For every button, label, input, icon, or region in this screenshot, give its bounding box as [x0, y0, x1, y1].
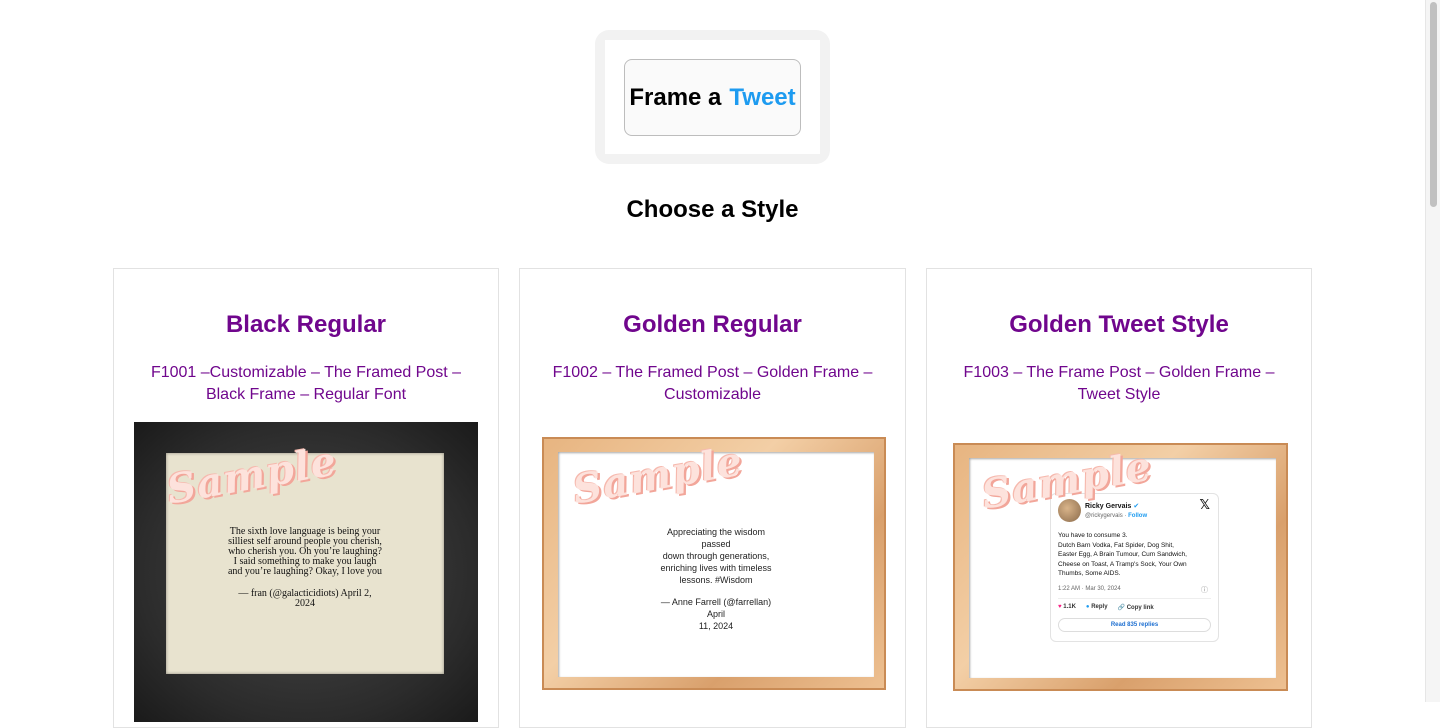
quote-attribution: 2024	[295, 598, 315, 609]
quote-line: lessons. #Wisdom	[679, 575, 753, 585]
quote-attribution: 11, 2024	[698, 621, 734, 631]
copy-link-action: 🔗 Copy link	[1118, 604, 1154, 611]
framed-quote: The sixth love language is being your si…	[186, 527, 424, 609]
framed-quote: Appreciating the wisdom passed down thro…	[658, 526, 774, 632]
tweet-line: You have to consume 3.	[1058, 532, 1128, 539]
tweet-actions: ♥ 1.1K ● Reply 🔗 Copy link	[1058, 604, 1154, 611]
style-card-golden-tweet[interactable]: Golden Tweet Style F1003 – The Frame Pos…	[926, 268, 1312, 728]
x-logo-icon: 𝕏	[1199, 497, 1210, 512]
quote-line: down through generations,	[662, 551, 770, 561]
verified-badge-icon: ✔	[1133, 503, 1140, 510]
handle-text: @rickygervais	[1085, 513, 1123, 519]
link-icon: 🔗	[1117, 605, 1126, 611]
card-title[interactable]: Golden Tweet Style	[927, 311, 1311, 339]
tweet-divider	[1058, 598, 1211, 599]
follow-link: Follow	[1128, 513, 1148, 519]
tweet-timestamp: 1:22 AM · Mar 30, 2024	[1058, 586, 1121, 592]
quote-line: and you’re laughing? Okay, I love you	[227, 566, 383, 577]
style-card-black-regular[interactable]: Black Regular F1001 –Customizable – The …	[113, 268, 499, 728]
tweet-embed: Ricky Gervais ✔ @rickygervais · Follow 𝕏 …	[1050, 493, 1219, 642]
copy-link-label: Copy link	[1126, 605, 1154, 611]
quote-attribution: — Anne Farrell (@farrellan) April	[660, 597, 772, 619]
golden-tweet-frame-preview[interactable]: Ricky Gervais ✔ @rickygervais · Follow 𝕏 …	[953, 442, 1288, 691]
card-product-link[interactable]: F1003 – The Frame Post – Golden Frame – …	[947, 362, 1291, 406]
quote-line: Appreciating the wisdom passed	[666, 527, 766, 549]
card-title[interactable]: Black Regular	[114, 311, 498, 339]
card-product-link[interactable]: F1002 – The Framed Post – Golden Frame –…	[540, 362, 885, 406]
tweet-line: Easter Egg, A Brain Tumour, Cum Sandwich…	[1058, 551, 1187, 558]
black-frame-preview[interactable]: The sixth love language is being your si…	[134, 422, 478, 722]
read-replies-button: Read 835 replies	[1058, 618, 1211, 632]
like-action: ♥ 1.1K	[1058, 604, 1076, 611]
heart-icon: ♥	[1058, 604, 1062, 610]
logo-text-frame: Frame a	[629, 83, 722, 111]
card-title[interactable]: Golden Regular	[520, 311, 905, 339]
tweet-line: Thumbs, Some AIDS.	[1058, 570, 1121, 577]
info-icon: ⓘ	[1201, 587, 1208, 594]
logo-inner: Frame a Tweet	[605, 40, 820, 154]
tweet-line: Cheese on Toast, A Tramp's Sock, Your Ow…	[1058, 560, 1187, 568]
site-logo[interactable]: Frame a Tweet	[595, 30, 830, 164]
page-title: Choose a Style	[626, 196, 799, 223]
like-count: 1.1K	[1063, 604, 1076, 610]
reply-label: Reply	[1091, 604, 1108, 610]
page-scrollbar[interactable]	[1425, 0, 1440, 702]
tweet-author-name: Ricky Gervais ✔	[1085, 502, 1139, 510]
reply-icon: ●	[1085, 604, 1090, 610]
golden-frame-preview[interactable]: Appreciating the wisdom passed down thro…	[542, 437, 886, 690]
author-name-text: Ricky Gervais	[1085, 503, 1132, 510]
tweet-author-handle: @rickygervais · Follow	[1085, 513, 1148, 519]
quote-line: enriching lives with timeless	[660, 563, 772, 573]
reply-action: ● Reply	[1086, 604, 1108, 611]
logo-text-tweet: Tweet	[729, 83, 796, 111]
tweet-body: You have to consume 3. Dutch Barn Vodka,…	[1058, 531, 1212, 579]
card-product-link[interactable]: F1001 –Customizable – The Framed Post – …	[134, 362, 478, 406]
style-card-golden-regular[interactable]: Golden Regular F1002 – The Framed Post –…	[519, 268, 906, 728]
logo-text-box[interactable]: Frame a Tweet	[624, 59, 801, 136]
tweet-line: Dutch Barn Vodka, Fat Spider, Dog Shit,	[1058, 541, 1174, 549]
scrollbar-thumb[interactable]	[1430, 2, 1437, 207]
